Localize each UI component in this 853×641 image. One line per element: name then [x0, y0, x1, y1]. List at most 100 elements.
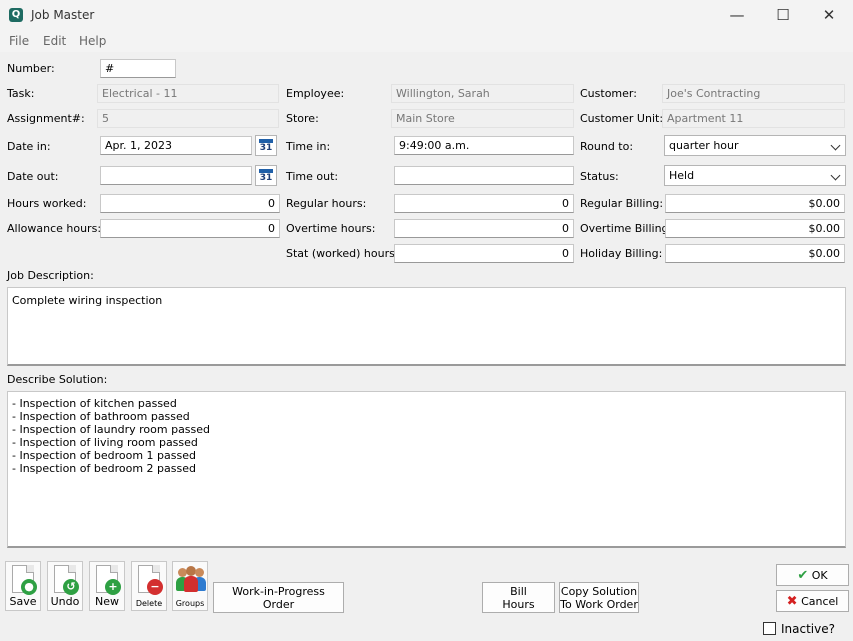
time-in-label: Time in: — [286, 140, 331, 153]
wip-button-line2: Order — [262, 598, 295, 611]
assignment-field: 5 — [97, 109, 279, 128]
wip-button-line1: Work-in-Progress — [232, 585, 325, 598]
new-button[interactable]: + New — [89, 561, 125, 611]
holiday-billing-field[interactable]: $0.00 — [665, 244, 845, 263]
app-icon: Q — [9, 8, 23, 22]
delete-button-label: Delete — [135, 599, 163, 608]
overtime-billing-label: Overtime Billing: — [580, 222, 673, 235]
customer-label: Customer: — [580, 87, 637, 100]
job-description-text: Complete wiring inspection — [12, 294, 163, 307]
checkmark-icon: ✔ — [797, 568, 809, 583]
undo-button[interactable]: ↺ Undo — [47, 561, 83, 611]
delete-badge-icon: − — [147, 579, 163, 595]
chevron-down-icon — [830, 170, 841, 181]
window-title: Job Master — [31, 8, 95, 22]
inactive-label: Inactive? — [781, 622, 835, 636]
work-in-progress-order-button[interactable]: Work-in-Progress Order — [213, 582, 344, 613]
hours-worked-label: Hours worked: — [7, 197, 87, 210]
solution-textarea[interactable]: - Inspection of kitchen passed - Inspect… — [7, 391, 846, 548]
task-field: Electrical - 11 — [97, 84, 279, 103]
store-field: Main Store — [391, 109, 574, 128]
stat-hours-field[interactable]: 0 — [394, 244, 574, 263]
delete-button[interactable]: − Delete — [131, 561, 167, 611]
overtime-hours-field[interactable]: 0 — [394, 219, 574, 238]
solution-line: - Inspection of bedroom 1 passed — [12, 449, 196, 462]
close-button[interactable]: ✕ — [806, 0, 852, 30]
hours-worked-field[interactable]: 0 — [100, 194, 280, 213]
groups-icon — [176, 566, 206, 594]
copy-button-line1: Copy Solution — [560, 585, 638, 598]
bill-button-line2: Hours — [502, 598, 535, 611]
stat-hours-label: Stat (worked) hours: — [286, 247, 399, 260]
solution-line: - Inspection of kitchen passed — [12, 397, 177, 410]
customer-unit-field: Apartment 11 — [662, 109, 845, 128]
menu-edit[interactable]: Edit — [43, 34, 66, 48]
regular-hours-label: Regular hours: — [286, 197, 367, 210]
store-label: Store: — [286, 112, 319, 125]
save-button-label: Save — [9, 595, 37, 608]
copy-button-line2: To Work Order — [560, 598, 638, 611]
cancel-button-label: Cancel — [801, 595, 839, 608]
minimize-button[interactable]: — — [714, 0, 760, 30]
date-in-label: Date in: — [7, 140, 51, 153]
calendar-day: 31 — [259, 143, 273, 153]
groups-button-label: Groups — [175, 599, 205, 608]
number-label: Number: — [7, 62, 55, 75]
bill-hours-button[interactable]: Bill Hours — [482, 582, 555, 613]
groups-button[interactable]: Groups — [172, 561, 208, 611]
copy-solution-button[interactable]: Copy Solution To Work Order — [559, 582, 639, 613]
ok-button-label: OK — [811, 569, 828, 582]
ok-button[interactable]: ✔ OK — [776, 564, 849, 586]
cancel-button[interactable]: ✖ Cancel — [776, 590, 849, 612]
regular-hours-field[interactable]: 0 — [394, 194, 574, 213]
job-description-label: Job Description: — [7, 269, 94, 282]
date-out-field[interactable] — [100, 166, 252, 185]
employee-field: Willington, Sarah — [391, 84, 574, 103]
date-in-field[interactable]: Apr. 1, 2023 — [100, 136, 252, 155]
number-field[interactable]: # — [100, 59, 176, 78]
date-in-calendar-button[interactable]: 31 — [255, 135, 277, 156]
undo-badge-icon: ↺ — [63, 579, 79, 595]
round-to-value: quarter hour — [669, 139, 739, 152]
holiday-billing-label: Holiday Billing: — [580, 247, 663, 260]
solution-line: - Inspection of bedroom 2 passed — [12, 462, 196, 475]
status-select[interactable]: Held — [664, 165, 846, 186]
save-button[interactable]: ● Save — [5, 561, 41, 611]
allowance-hours-field[interactable]: 0 — [100, 219, 280, 238]
assignment-label: Assignment#: — [7, 112, 85, 125]
customer-unit-label: Customer Unit: — [580, 112, 664, 125]
chevron-down-icon — [830, 140, 841, 151]
bill-button-line1: Bill — [510, 585, 527, 598]
solution-line: - Inspection of living room passed — [12, 436, 198, 449]
calendar-day: 31 — [259, 173, 273, 183]
solution-line: - Inspection of bathroom passed — [12, 410, 190, 423]
time-out-field[interactable] — [394, 166, 574, 185]
menu-bar — [0, 30, 853, 52]
date-out-calendar-button[interactable]: 31 — [255, 165, 277, 186]
cross-icon: ✖ — [786, 594, 798, 609]
menu-help[interactable]: Help — [79, 34, 106, 48]
round-to-label: Round to: — [580, 140, 634, 153]
task-label: Task: — [7, 87, 35, 100]
allowance-hours-label: Allowance hours: — [7, 222, 102, 235]
overtime-billing-field[interactable]: $0.00 — [665, 219, 845, 238]
inactive-checkbox[interactable] — [763, 622, 776, 635]
menu-file[interactable]: File — [9, 34, 29, 48]
save-badge-icon: ● — [21, 579, 37, 595]
date-out-label: Date out: — [7, 170, 59, 183]
status-value: Held — [669, 169, 695, 182]
regular-billing-field[interactable]: $0.00 — [665, 194, 845, 213]
time-in-field[interactable]: 9:49:00 a.m. — [394, 136, 574, 155]
undo-button-label: Undo — [50, 595, 80, 608]
overtime-hours-label: Overtime hours: — [286, 222, 376, 235]
customer-field: Joe's Contracting — [662, 84, 845, 103]
round-to-select[interactable]: quarter hour — [664, 135, 846, 156]
maximize-button[interactable]: ☐ — [760, 0, 806, 30]
status-label: Status: — [580, 170, 619, 183]
solution-label: Describe Solution: — [7, 373, 108, 386]
new-badge-icon: + — [105, 579, 121, 595]
new-button-label: New — [95, 595, 119, 608]
employee-label: Employee: — [286, 87, 345, 100]
solution-line: - Inspection of laundry room passed — [12, 423, 211, 436]
job-description-textarea[interactable]: Complete wiring inspection — [7, 287, 846, 366]
